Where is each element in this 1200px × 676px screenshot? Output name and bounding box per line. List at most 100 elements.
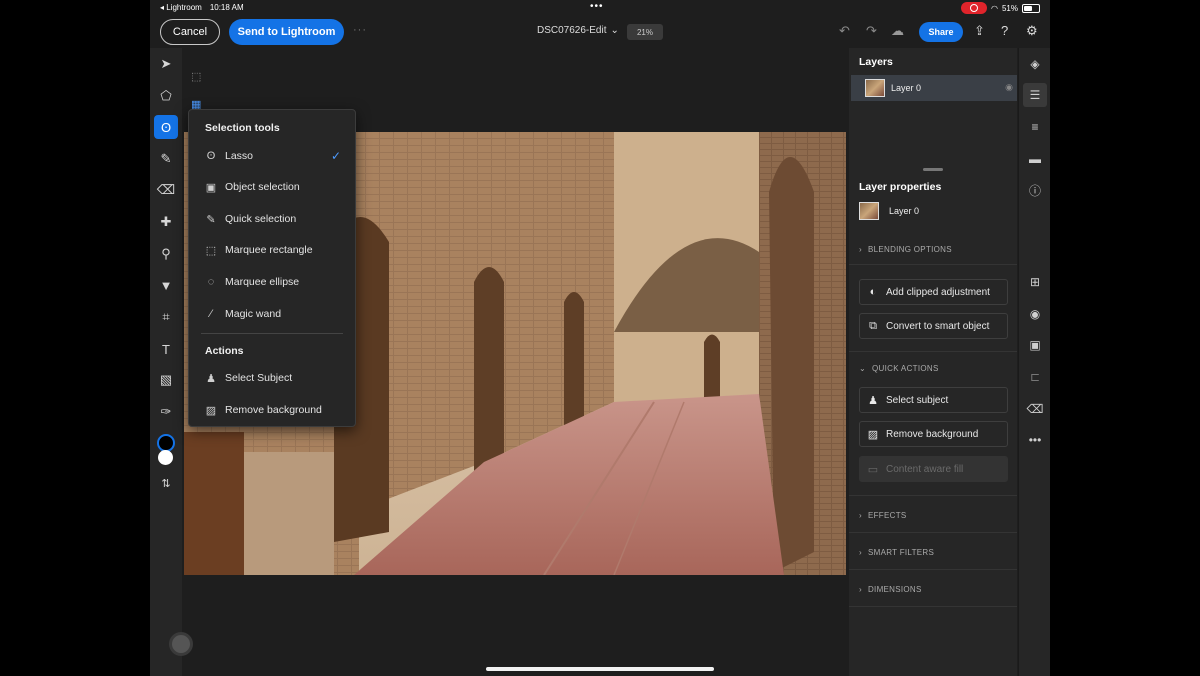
cancel-button[interactable]: Cancel bbox=[160, 19, 220, 45]
more-icon[interactable]: ••• bbox=[1023, 428, 1047, 452]
adjustment-icon: ◐ bbox=[869, 286, 877, 298]
quick-actions-section[interactable]: ⌄ QUICK ACTIONS bbox=[859, 364, 939, 373]
divider bbox=[849, 569, 1017, 570]
touch-shortcut-button[interactable] bbox=[169, 632, 193, 656]
select-subject-button[interactable]: ♟ Select subject bbox=[859, 387, 1008, 413]
menu-item-label: Quick selection bbox=[225, 213, 297, 225]
marquee-subtool-icon[interactable]: ⬚ bbox=[191, 70, 205, 84]
convert-to-smart-object-button[interactable]: ⧉ Convert to smart object bbox=[859, 313, 1008, 339]
menu-item-remove-background[interactable]: ▨ Remove background bbox=[189, 396, 355, 424]
chevron-down-icon: ⌄ bbox=[610, 25, 619, 36]
properties-panel: Layers Layer 0 ◉ Layer properties Layer … bbox=[849, 48, 1017, 676]
lasso-icon: ʘ bbox=[206, 150, 216, 162]
visibility-eye-icon[interactable]: ◉ bbox=[1005, 82, 1013, 93]
menu-item-label: Remove background bbox=[225, 404, 322, 416]
layer-thumbnail bbox=[865, 79, 885, 97]
help-icon[interactable]: ? bbox=[1001, 23, 1008, 38]
add-clipped-adjustment-button[interactable]: ◐ Add clipped adjustment bbox=[859, 279, 1008, 305]
eraser-layer-icon[interactable]: ⌫ bbox=[1023, 397, 1047, 421]
transform-tool-icon[interactable]: ⬠ bbox=[154, 84, 178, 108]
lasso-tool-icon[interactable]: ʘ bbox=[154, 115, 178, 139]
magic-wand-icon: ⁄ bbox=[210, 308, 212, 320]
document-title-dropdown[interactable]: DSC07626-Edit ⌄ bbox=[537, 25, 619, 36]
eyedropper-icon[interactable]: ✑ bbox=[154, 400, 178, 424]
smart-filters-section[interactable]: › SMART FILTERS bbox=[859, 548, 934, 557]
redo-icon[interactable]: ↷ bbox=[866, 23, 877, 39]
layer-row[interactable]: Layer 0 ◉ bbox=[851, 75, 1017, 101]
zoom-level[interactable]: 21% bbox=[627, 24, 663, 40]
status-right: ◠ 51% bbox=[961, 2, 1040, 14]
comments-icon[interactable]: ▬ bbox=[1023, 147, 1047, 171]
menu-item-lasso[interactable]: ʘ Lasso ✓ bbox=[189, 142, 355, 170]
section-label: SMART FILTERS bbox=[867, 548, 935, 557]
button-label: Add clipped adjustment bbox=[886, 286, 990, 298]
effects-section[interactable]: › EFFECTS bbox=[859, 511, 907, 520]
wifi-icon: ◠ bbox=[991, 3, 998, 13]
properties-layer-info: Layer 0 bbox=[859, 202, 919, 220]
dimensions-section[interactable]: › DIMENSIONS bbox=[859, 585, 922, 594]
home-indicator[interactable] bbox=[486, 667, 714, 671]
content-aware-fill-button[interactable]: ▭ Content aware fill bbox=[859, 456, 1008, 482]
healing-tool-icon[interactable]: ✚ bbox=[154, 210, 178, 234]
battery-percent: 51% bbox=[1001, 3, 1018, 13]
send-to-lightroom-button[interactable]: Send to Lightroom bbox=[229, 19, 344, 45]
smart-object-icon: ⧉ bbox=[869, 319, 877, 332]
eraser-tool-icon[interactable]: ⌫ bbox=[154, 178, 178, 202]
blending-options-section[interactable]: › BLENDING OPTIONS bbox=[859, 245, 952, 254]
chevron-right-icon: › bbox=[859, 511, 862, 520]
menu-item-object-selection[interactable]: ▣ Object selection bbox=[189, 173, 355, 201]
layers-icon[interactable]: ◈ bbox=[1023, 52, 1047, 76]
divider bbox=[849, 264, 1017, 265]
paint-bucket-icon[interactable]: ▼ bbox=[154, 273, 178, 297]
quick-selection-icon: ✎ bbox=[206, 213, 216, 226]
info-icon[interactable]: ⓘ bbox=[1023, 178, 1047, 202]
share-button[interactable]: Share bbox=[919, 22, 963, 42]
menu-item-select-subject[interactable]: ♟ Select Subject bbox=[189, 364, 355, 392]
remove-background-button[interactable]: ▨ Remove background bbox=[859, 421, 1008, 447]
menu-divider bbox=[201, 333, 343, 334]
battery-icon bbox=[1022, 3, 1040, 13]
menu-item-label: Marquee ellipse bbox=[225, 276, 300, 288]
visibility-icon[interactable]: ◉ bbox=[1023, 302, 1047, 326]
section-label: QUICK ACTIONS bbox=[872, 364, 939, 373]
actions-heading: Actions bbox=[205, 345, 244, 357]
undo-icon[interactable]: ↶ bbox=[839, 23, 850, 39]
swap-colors-icon[interactable]: ⇅ bbox=[154, 471, 178, 495]
panel-drag-handle[interactable] bbox=[923, 168, 943, 171]
menu-item-label: Lasso bbox=[225, 150, 254, 162]
back-to-app-link[interactable]: ◂ Lightroom bbox=[160, 3, 202, 12]
layer-name: Layer 0 bbox=[891, 83, 922, 93]
menu-item-marquee-rectangle[interactable]: ⬚ Marquee rectangle bbox=[189, 236, 355, 264]
background-color-swatch[interactable] bbox=[158, 450, 173, 465]
marquee-rectangle-icon: ⬚ bbox=[205, 244, 217, 257]
clone-stamp-icon[interactable]: ⚲ bbox=[154, 242, 178, 266]
clipping-icon[interactable]: ⊏ bbox=[1023, 365, 1047, 389]
multitasking-dots[interactable]: ••• bbox=[590, 1, 604, 12]
crop-tool-icon[interactable]: ⌗ bbox=[154, 305, 178, 329]
add-layer-icon[interactable]: ⊞ bbox=[1023, 270, 1047, 294]
more-options-icon[interactable]: ··· bbox=[353, 24, 367, 36]
move-tool-icon[interactable]: ➤ bbox=[154, 52, 178, 76]
menu-item-magic-wand[interactable]: ⁄ Magic wand bbox=[189, 300, 355, 328]
right-icon-rail: ◈ ☰ ≡ ▬ ⓘ ⊞ ◉ ▣ ⊏ ⌫ ••• bbox=[1018, 48, 1050, 676]
object-selection-icon: ▣ bbox=[205, 181, 217, 194]
mask-icon[interactable]: ▣ bbox=[1023, 333, 1047, 357]
cloud-icon[interactable]: ☁ bbox=[891, 23, 904, 39]
divider bbox=[849, 532, 1017, 533]
document-title: DSC07626-Edit bbox=[537, 25, 607, 36]
select-subject-icon: ♟ bbox=[206, 372, 216, 385]
remove-background-icon: ▨ bbox=[205, 404, 217, 417]
screen-recording-icon[interactable] bbox=[961, 2, 987, 14]
menu-item-marquee-ellipse[interactable]: ◌ Marquee ellipse bbox=[189, 268, 355, 296]
layer-properties-icon[interactable]: ☰ bbox=[1023, 83, 1047, 107]
left-toolbar: ➤ ⬠ ʘ ✎ ⌫ ✚ ⚲ ▼ ⌗ T ▧ ✑ ⇅ bbox=[150, 48, 182, 676]
place-image-icon[interactable]: ▧ bbox=[154, 368, 178, 392]
menu-item-quick-selection[interactable]: ✎ Quick selection bbox=[189, 205, 355, 233]
brush-tool-icon[interactable]: ✎ bbox=[154, 147, 178, 171]
settings-gear-icon[interactable]: ⚙ bbox=[1026, 23, 1038, 39]
menu-item-label: Object selection bbox=[225, 181, 300, 193]
export-icon[interactable]: ⇪ bbox=[974, 23, 985, 39]
adjustments-icon[interactable]: ≡ bbox=[1023, 115, 1047, 139]
type-tool-icon[interactable]: T bbox=[154, 337, 178, 361]
layer-thumbnail bbox=[859, 202, 879, 220]
